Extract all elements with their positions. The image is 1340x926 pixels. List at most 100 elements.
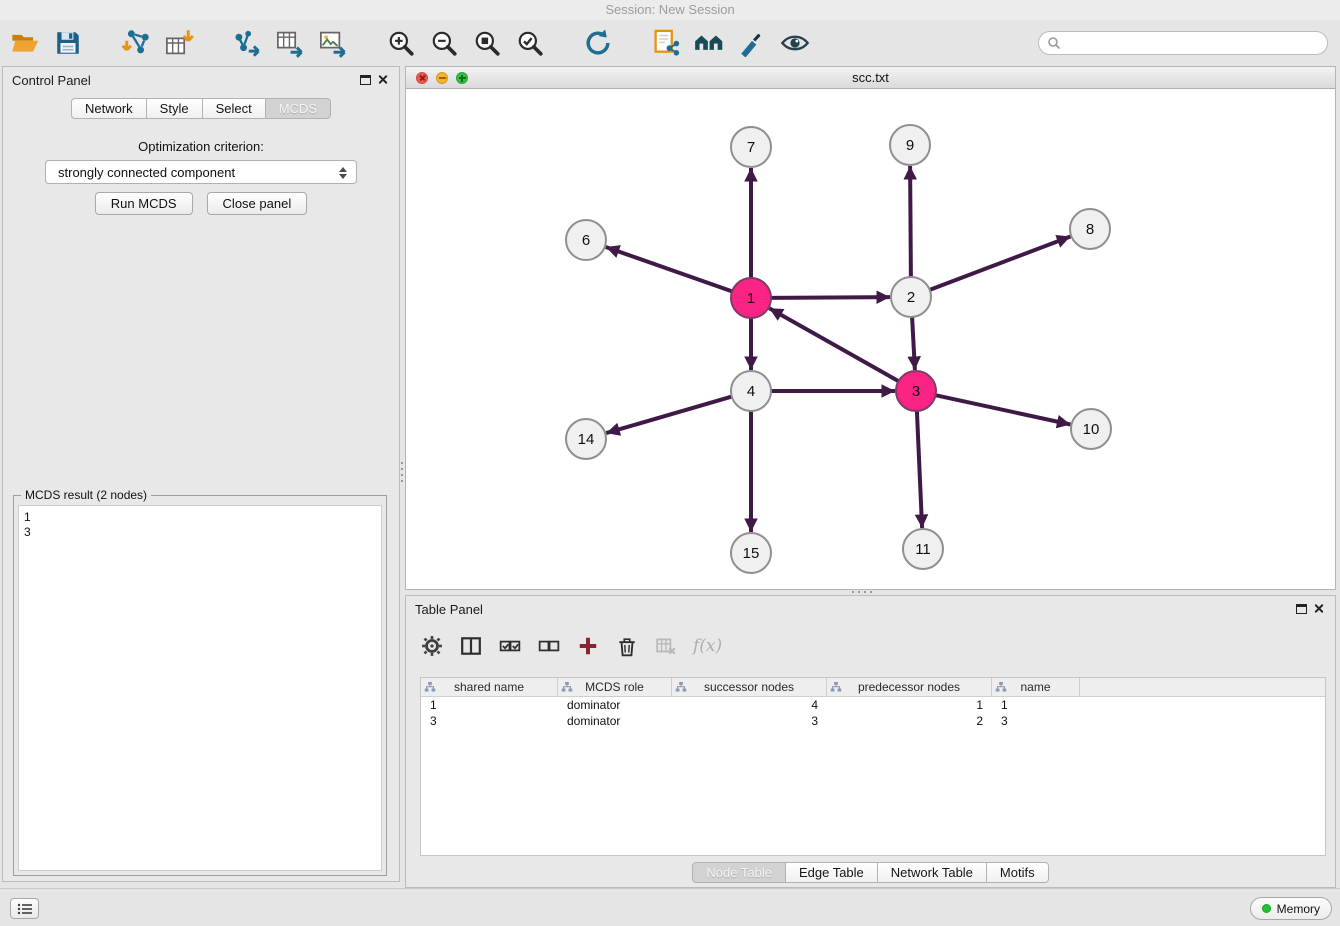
graph-node-7[interactable]: 7 [731,127,771,167]
network-window: scc.txt 7 9 6 8 1 2 4 3 14 10 15 11 [405,66,1336,590]
show-hide-button[interactable] [778,25,812,61]
memory-status-dot [1262,904,1271,913]
graph-node-8[interactable]: 8 [1070,209,1110,249]
graph-edge-3-10[interactable] [936,395,1071,424]
zoom-in-button[interactable] [384,25,418,61]
graph-node-3[interactable]: 3 [896,371,936,411]
svg-text:9: 9 [906,137,914,154]
unselect-all-columns-button[interactable] [537,633,561,659]
window-titlebar: Session: New Session [0,0,1340,20]
sort-icon [424,681,436,693]
graph-edge-1-6[interactable] [606,247,732,291]
graph-edge-2-3[interactable] [912,317,915,370]
style-button[interactable] [735,25,769,61]
import-table-button[interactable] [162,25,196,61]
open-session-button[interactable] [8,25,42,61]
sort-icon [995,681,1007,693]
search-icon [1047,36,1061,50]
close-control-panel-icon[interactable] [377,74,388,85]
column-header-shared-name[interactable]: shared name [421,678,558,696]
columns-icon [460,635,482,657]
zoom-selected-button[interactable] [513,25,547,61]
table-panel: Table Panel f(x) shared nameMCDS rolesuc… [405,595,1336,888]
minimize-window-icon[interactable] [436,72,448,84]
table-row[interactable]: 1dominator411 [421,697,1325,713]
maximize-window-icon[interactable] [456,72,468,84]
graph-node-11[interactable]: 11 [903,529,943,569]
tab-mcds[interactable]: MCDS [266,98,331,119]
tab-network[interactable]: Network [71,98,147,119]
graph-edge-2-8[interactable] [930,237,1071,290]
network-from-clipboard-button[interactable] [649,25,683,61]
svg-text:8: 8 [1086,221,1094,238]
column-header-filler [1080,678,1325,696]
network-window-titlebar[interactable]: scc.txt [406,67,1335,89]
zoom-fit-button[interactable] [470,25,504,61]
network-graph[interactable]: 7 9 6 8 1 2 4 3 14 10 15 11 [406,89,1335,590]
network-window-title: scc.txt [406,67,1335,88]
table-settings-button[interactable] [420,633,444,659]
graph-edge-2-9[interactable] [910,166,911,277]
close-window-icon[interactable] [416,72,428,84]
gear-icon [421,635,443,657]
float-table-panel-icon[interactable] [1296,604,1307,614]
graph-node-9[interactable]: 9 [890,125,930,165]
float-control-panel-icon[interactable] [360,75,371,85]
close-table-panel-icon[interactable] [1313,603,1324,614]
column-header-predecessor-nodes[interactable]: predecessor nodes [827,678,992,696]
status-bar: Memory [0,888,1340,926]
close-panel-button[interactable]: Close panel [207,192,308,215]
graph-edge-4-14[interactable] [606,397,732,434]
refresh-icon [583,28,613,58]
import-table-icon [164,28,194,58]
graph-node-14[interactable]: 14 [566,419,606,459]
column-header-successor-nodes[interactable]: successor nodes [672,678,827,696]
table-row[interactable]: 3dominator323 [421,713,1325,729]
search-box[interactable] [1038,31,1328,55]
tab-style[interactable]: Style [147,98,203,119]
zoom-in-icon [387,29,415,57]
tab-edge-table[interactable]: Edge Table [786,862,878,883]
graph-edge-3-11[interactable] [917,411,922,528]
vertical-splitter-handle[interactable] [399,458,405,488]
graph-node-15[interactable]: 15 [731,533,771,573]
delete-columns-button[interactable] [615,633,639,659]
select-all-columns-button[interactable] [498,633,522,659]
column-label: name [1020,680,1050,694]
graph-node-1[interactable]: 1 [731,278,771,318]
import-network-button[interactable] [119,25,153,61]
column-header-MCDS-role[interactable]: MCDS role [558,678,672,696]
run-mcds-button[interactable]: Run MCDS [95,192,193,215]
column-label: MCDS role [585,680,644,694]
svg-text:6: 6 [582,232,590,249]
cell-shared-name: 1 [421,697,558,713]
graph-edge-3-1[interactable] [769,308,898,381]
show-columns-button[interactable] [459,633,483,659]
export-network-button[interactable] [230,25,264,61]
zoom-out-button[interactable] [427,25,461,61]
create-column-button[interactable] [576,633,600,659]
graph-node-10[interactable]: 10 [1071,409,1111,449]
save-session-button[interactable] [51,25,85,61]
horizontal-splitter-handle[interactable] [848,589,878,595]
graph-edge-1-2[interactable] [771,297,890,298]
graph-node-4[interactable]: 4 [731,371,771,411]
graph-node-6[interactable]: 6 [566,220,606,260]
graph-node-2[interactable]: 2 [891,277,931,317]
memory-button[interactable]: Memory [1250,897,1332,920]
export-image-button[interactable] [316,25,350,61]
dropdown-stepper-icon [336,164,349,181]
cell-predecessor-nodes: 2 [827,713,992,729]
column-header-name[interactable]: name [992,678,1080,696]
tab-node-table[interactable]: Node Table [692,862,786,883]
first-neighbors-button[interactable] [692,25,726,61]
export-table-button[interactable] [273,25,307,61]
tab-motifs[interactable]: Motifs [987,862,1049,883]
task-history-button[interactable] [10,898,39,919]
search-input[interactable] [1066,36,1319,51]
tab-select[interactable]: Select [203,98,266,119]
tab-network-table[interactable]: Network Table [878,862,987,883]
criterion-dropdown[interactable]: strongly connected component [45,160,357,184]
refresh-network-button[interactable] [581,25,615,61]
cell-MCDS-role: dominator [558,713,672,729]
